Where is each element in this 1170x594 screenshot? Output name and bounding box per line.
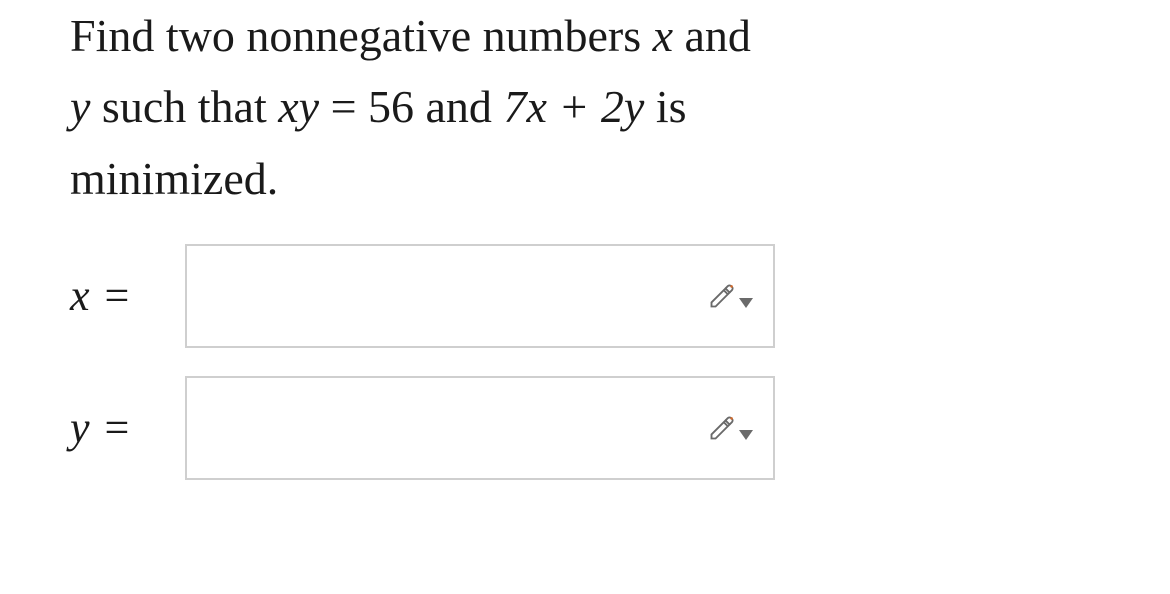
number-constant: 56 bbox=[368, 81, 414, 132]
variable-y: y bbox=[70, 81, 90, 132]
pencil-icon bbox=[708, 282, 736, 310]
text-segment: = bbox=[319, 81, 368, 132]
y-input[interactable] bbox=[185, 376, 775, 480]
pencil-icon bbox=[708, 414, 736, 442]
answer-label-x: x = bbox=[70, 270, 185, 321]
x-input[interactable] bbox=[185, 244, 775, 348]
chevron-down-icon bbox=[739, 298, 753, 308]
answer-row-x: x = bbox=[70, 244, 1100, 348]
text-segment: such that bbox=[90, 81, 278, 132]
math-expression: xy bbox=[278, 81, 319, 132]
equation-editor-button[interactable] bbox=[708, 414, 753, 442]
equals-sign: = bbox=[94, 403, 130, 452]
equation-editor-button[interactable] bbox=[708, 282, 753, 310]
answer-row-y: y = bbox=[70, 376, 1100, 480]
text-segment: is bbox=[644, 81, 686, 132]
variable-y-label: y bbox=[70, 403, 90, 452]
text-segment: minimized. bbox=[70, 153, 278, 204]
input-wrapper-y bbox=[185, 376, 775, 480]
input-wrapper-x bbox=[185, 244, 775, 348]
variable-x: x bbox=[653, 10, 673, 61]
text-segment: and bbox=[673, 10, 751, 61]
math-expression: 7x + 2y bbox=[503, 81, 644, 132]
variable-x-label: x bbox=[70, 271, 90, 320]
equals-sign: = bbox=[94, 271, 130, 320]
answer-label-y: y = bbox=[70, 402, 185, 453]
problem-statement: Find two nonnegative numbers x and y suc… bbox=[70, 0, 1100, 214]
text-segment: Find two nonnegative numbers bbox=[70, 10, 653, 61]
text-segment: and bbox=[414, 81, 503, 132]
chevron-down-icon bbox=[739, 430, 753, 440]
